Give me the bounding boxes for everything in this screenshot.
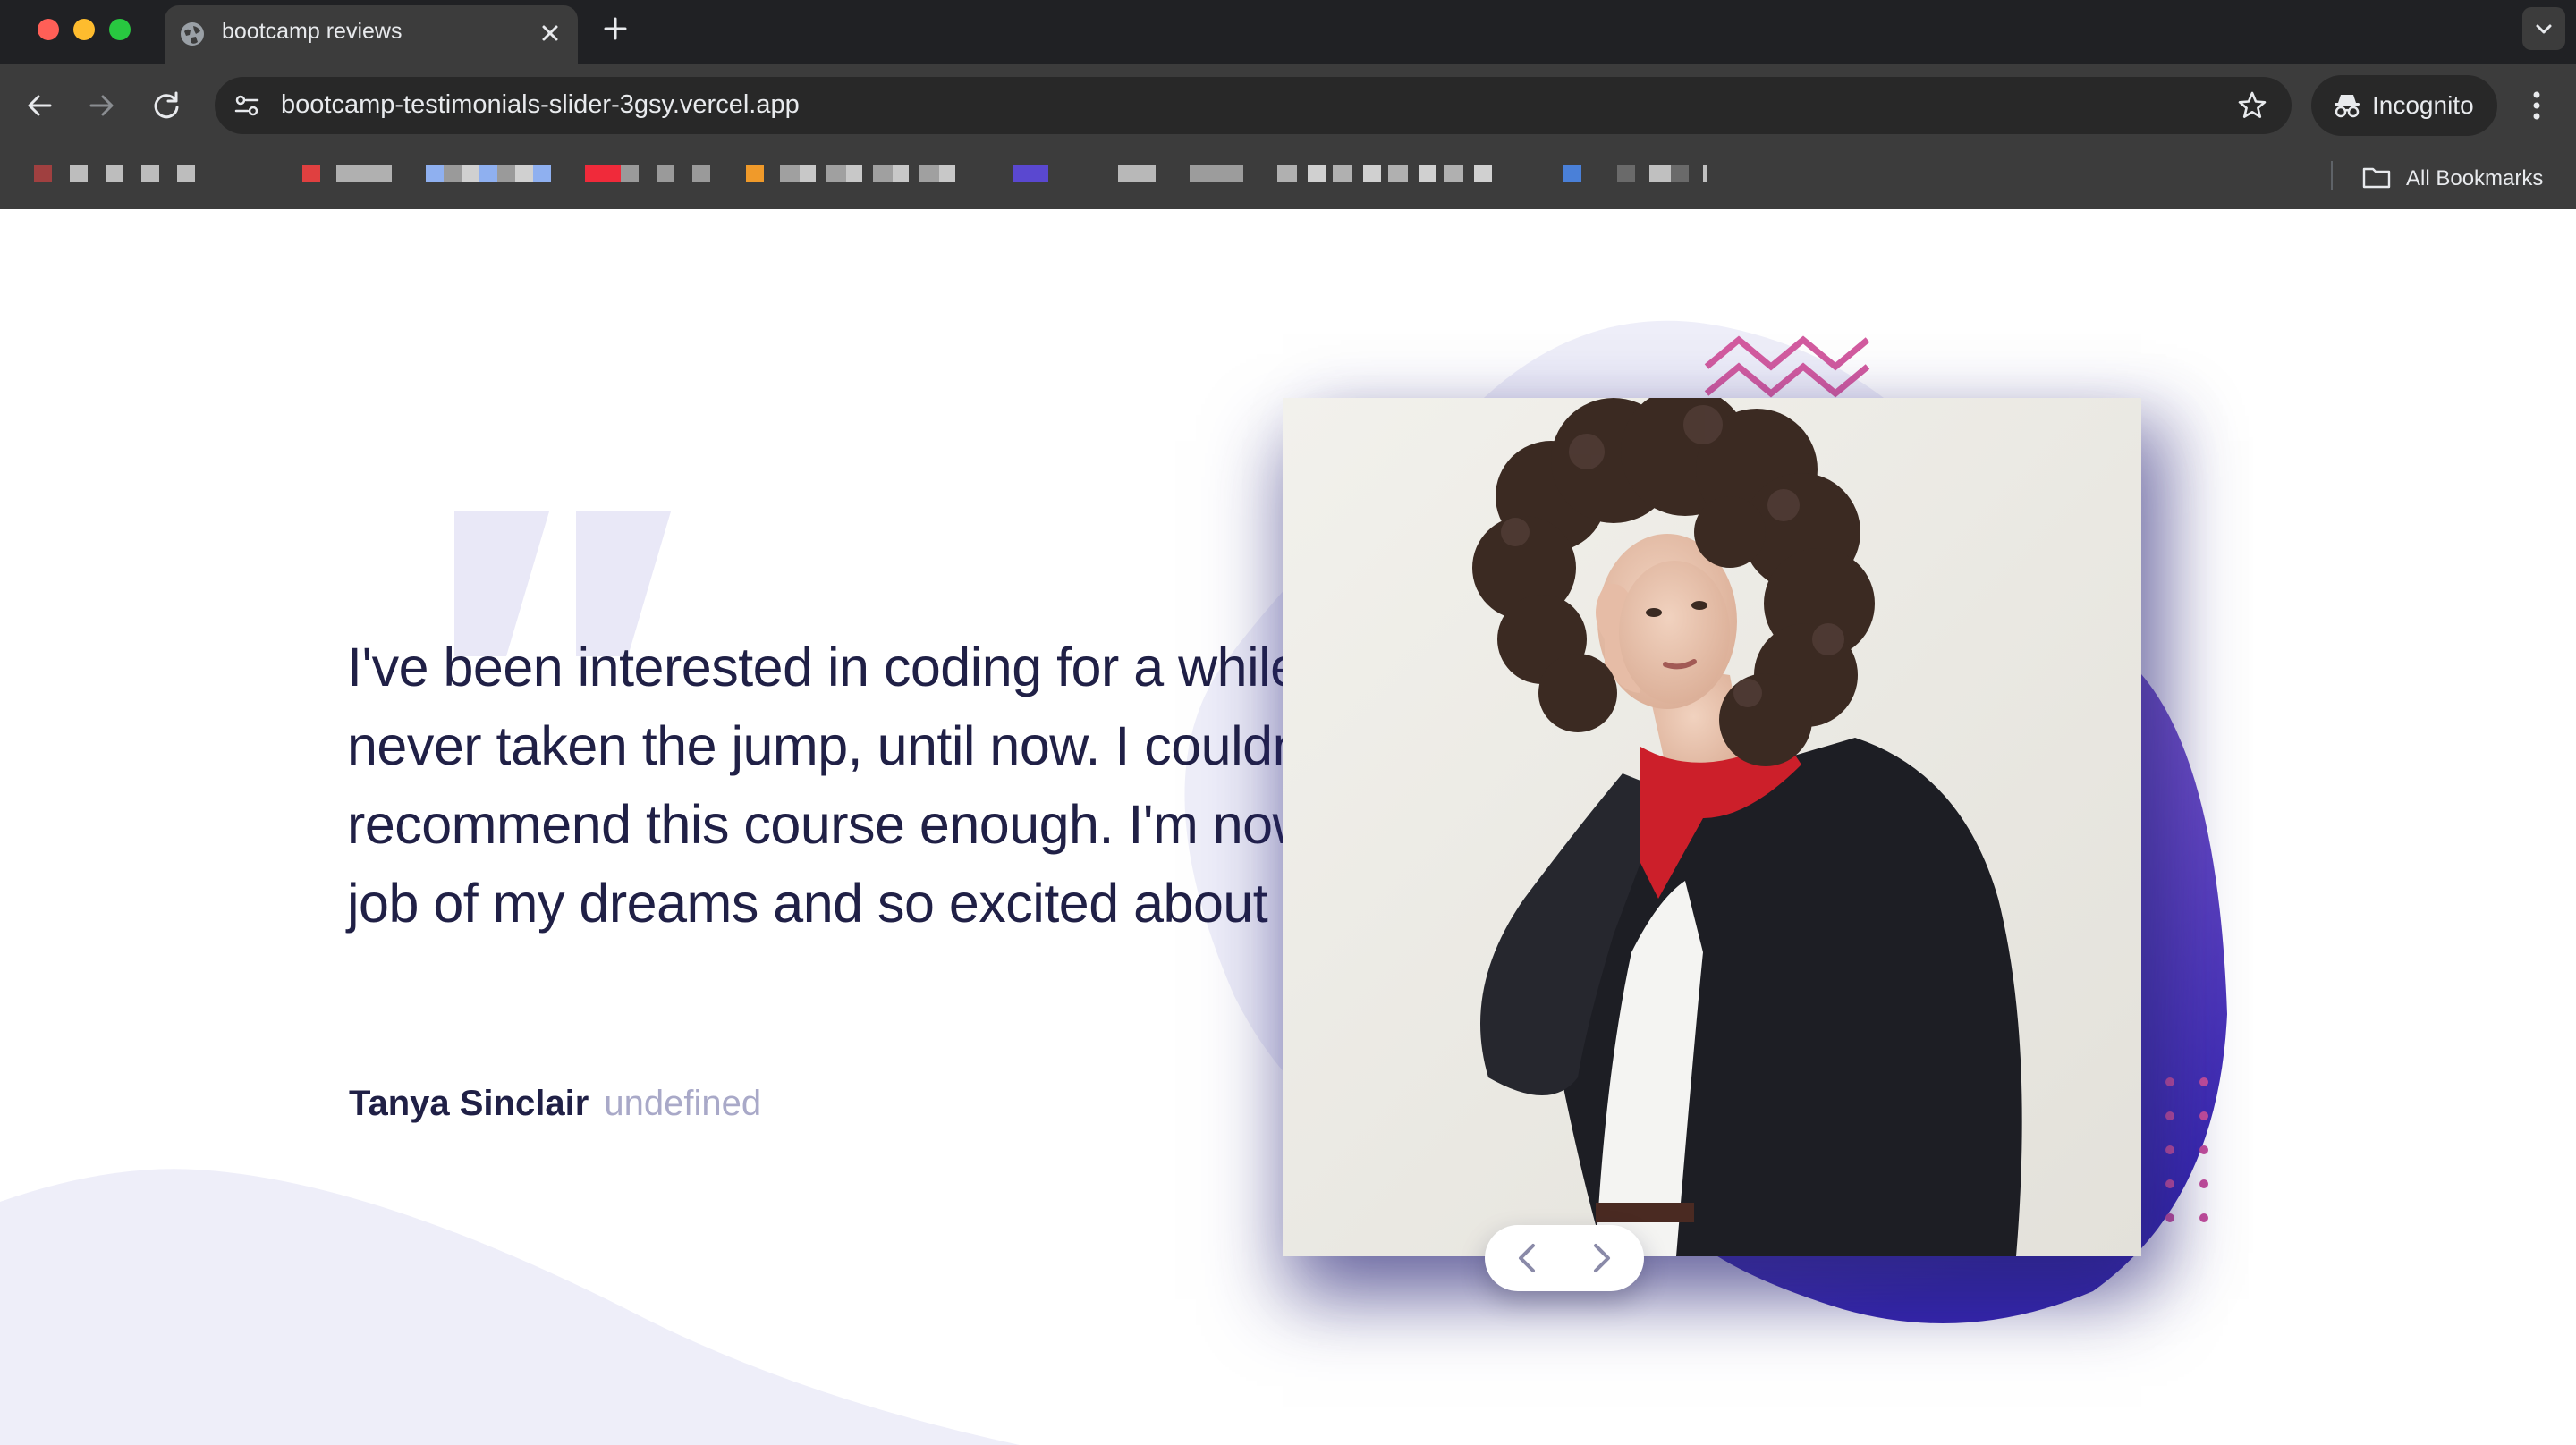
chevron-left-icon[interactable] (1510, 1240, 1546, 1276)
new-tab-icon[interactable] (597, 11, 633, 46)
globe-icon (181, 22, 204, 46)
decor-dot (2199, 1077, 2208, 1086)
author-role: undefined (604, 1084, 762, 1123)
bookmark-item[interactable] (621, 165, 710, 182)
bookmark-item[interactable] (1190, 165, 1243, 182)
bookmark-item[interactable] (746, 165, 764, 182)
minimize-window-button[interactable] (73, 19, 95, 40)
address-bar[interactable]: bootcamp-testimonials-slider-3gsy.vercel… (215, 77, 2292, 134)
maximize-window-button[interactable] (109, 19, 131, 40)
testimonial-photo (1283, 398, 2141, 1256)
forward-icon[interactable] (82, 86, 122, 125)
decor-dot (2199, 1111, 2208, 1120)
slider-controls (1485, 1225, 1644, 1291)
incognito-icon (2334, 95, 2360, 118)
all-bookmarks-label: All Bookmarks (2406, 166, 2544, 190)
active-tab[interactable]: bootcamp reviews (165, 5, 578, 64)
kebab-menu-icon[interactable] (2522, 86, 2551, 125)
decor-dot (2165, 1179, 2174, 1188)
decor-dot (2165, 1213, 2174, 1222)
bookmark-item[interactable] (34, 165, 52, 182)
tab-strip: bootcamp reviews (0, 0, 2576, 64)
testimonial-author: Tanya Sinclair undefined (349, 1084, 761, 1124)
decor-dot (2199, 1213, 2208, 1222)
bookmarks-bar: All Bookmarks (0, 150, 2576, 209)
tab-search-button[interactable] (2522, 7, 2565, 50)
bookmark-item[interactable] (426, 165, 551, 182)
bookmark-item[interactable] (302, 165, 320, 182)
decor-dot (2165, 1077, 2174, 1086)
back-icon[interactable] (20, 86, 59, 125)
browser-chrome: bootcamp reviews bootcamp-testimonials-s… (0, 0, 2576, 209)
chevron-right-icon[interactable] (1583, 1240, 1619, 1276)
bookmark-item[interactable] (585, 165, 621, 182)
page-viewport: I've been interested in coding for a whi… (0, 209, 2576, 1445)
bookmark-item[interactable] (336, 165, 392, 182)
bookmark-item[interactable] (1617, 165, 1707, 182)
bookmark-item[interactable] (70, 165, 213, 182)
author-name: Tanya Sinclair (349, 1084, 589, 1123)
site-settings-icon[interactable] (233, 91, 261, 120)
close-icon[interactable] (535, 18, 565, 48)
folder-icon (2362, 167, 2391, 189)
decor-dot (2165, 1111, 2174, 1120)
tab-title: bootcamp reviews (222, 19, 402, 44)
decor-dot (2199, 1179, 2208, 1188)
star-icon[interactable] (2236, 89, 2268, 122)
bookmark-item[interactable] (1013, 165, 1048, 182)
decor-dot (2165, 1145, 2174, 1154)
bookmark-item[interactable] (780, 165, 959, 182)
bookmark-item[interactable] (1563, 165, 1581, 182)
portrait-illustration (1283, 398, 2141, 1256)
incognito-label: Incognito (2372, 91, 2474, 119)
bookmark-item[interactable] (1118, 165, 1156, 182)
url-text[interactable]: bootcamp-testimonials-slider-3gsy.vercel… (281, 90, 800, 120)
incognito-badge[interactable]: Incognito (2311, 75, 2497, 136)
decor-dot (2199, 1145, 2208, 1154)
chevron-down-icon (2536, 24, 2552, 34)
close-window-button[interactable] (38, 19, 59, 40)
bookmarks-divider (2331, 161, 2333, 190)
bookmark-item[interactable] (1277, 165, 1492, 182)
bottom-curve (0, 1169, 1020, 1445)
reload-icon[interactable] (147, 86, 186, 125)
